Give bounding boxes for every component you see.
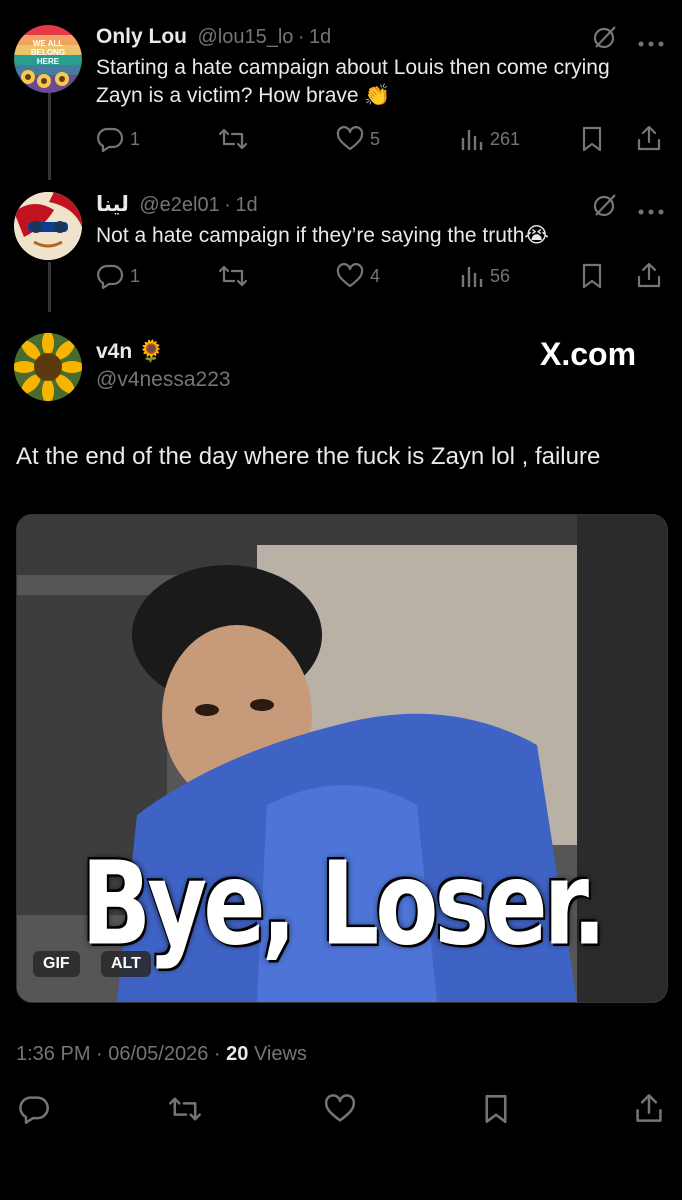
reply-text: Not a hate campaign if they’re saying th… [96,224,549,247]
more-icon[interactable] [638,202,664,220]
reply-button[interactable]: 1 [96,263,140,289]
reply-count: 1 [130,128,141,149]
reply-header: لينا @e2el01 · 1d [96,193,258,216]
bookmark-icon[interactable] [482,1094,510,1129]
heart-icon[interactable] [324,1094,356,1129]
gif-media[interactable]: Bye, Loser. GIF ALT [16,514,668,1003]
reply-icon [97,264,124,289]
share-icon[interactable] [636,124,662,157]
views-button[interactable]: 56 [458,263,510,289]
thread-line [48,262,51,312]
handle[interactable]: @v4nessa223 [96,368,231,392]
heart-icon [336,263,364,288]
handle[interactable]: @lou15_lo [197,26,293,48]
display-name[interactable]: Only Lou [96,25,187,48]
reply-button[interactable]: 1 [96,126,140,152]
reply-text: Starting a hate campaign about Louis the… [96,56,610,107]
avatar-text: WE ALL BELONG HERE [30,39,66,66]
repost-button[interactable] [218,126,254,152]
views-icon [461,267,483,287]
thread-line [48,90,51,180]
views-label: Views [248,1043,307,1065]
avatar[interactable]: WE ALL BELONG HERE [14,25,82,93]
display-name[interactable]: لينا [96,193,129,216]
grok-icon[interactable] [592,24,618,55]
share-icon[interactable] [636,261,662,294]
bookmark-icon[interactable] [580,263,604,294]
bookmark-icon[interactable] [580,126,604,157]
views-button[interactable]: 261 [458,126,520,152]
handle[interactable]: @e2el01 [139,194,219,216]
heart-icon [336,126,364,151]
reply-icon [97,127,124,152]
avatar[interactable] [14,192,82,260]
repost-icon [218,265,248,287]
avatar[interactable] [14,333,82,401]
views-count: 20 [226,1043,249,1065]
reply-header: Only Lou @lou15_lo · 1d [96,25,332,48]
reply-icon[interactable] [18,1094,50,1129]
views-icon [461,130,483,150]
alt-badge[interactable]: ALT [101,951,151,977]
views-count: 261 [490,128,521,149]
timestamp[interactable]: 1d [309,26,331,48]
share-icon[interactable] [634,1092,664,1129]
more-icon[interactable] [638,34,664,52]
like-count: 5 [370,128,381,149]
repost-button[interactable] [218,263,254,289]
gif-badge: GIF [33,951,80,977]
display-name[interactable]: v4n 🌻 [96,340,164,364]
timestamp[interactable]: 1:36 PM · 06/05/2026 · [16,1043,226,1065]
like-button[interactable]: 4 [336,263,380,289]
repost-icon[interactable] [168,1094,202,1129]
like-button[interactable]: 5 [336,126,380,152]
brand-watermark: X.com [540,336,637,372]
grok-icon[interactable] [592,192,618,223]
reply-count: 1 [130,265,141,286]
views-count: 56 [490,265,511,286]
like-count: 4 [370,265,381,286]
tweet-meta: 1:36 PM · 06/05/2026 · 20 Views [16,1043,307,1066]
repost-icon [218,128,248,150]
tweet-text: At the end of the day where the fuck is … [16,443,601,470]
timestamp[interactable]: 1d [235,194,257,216]
